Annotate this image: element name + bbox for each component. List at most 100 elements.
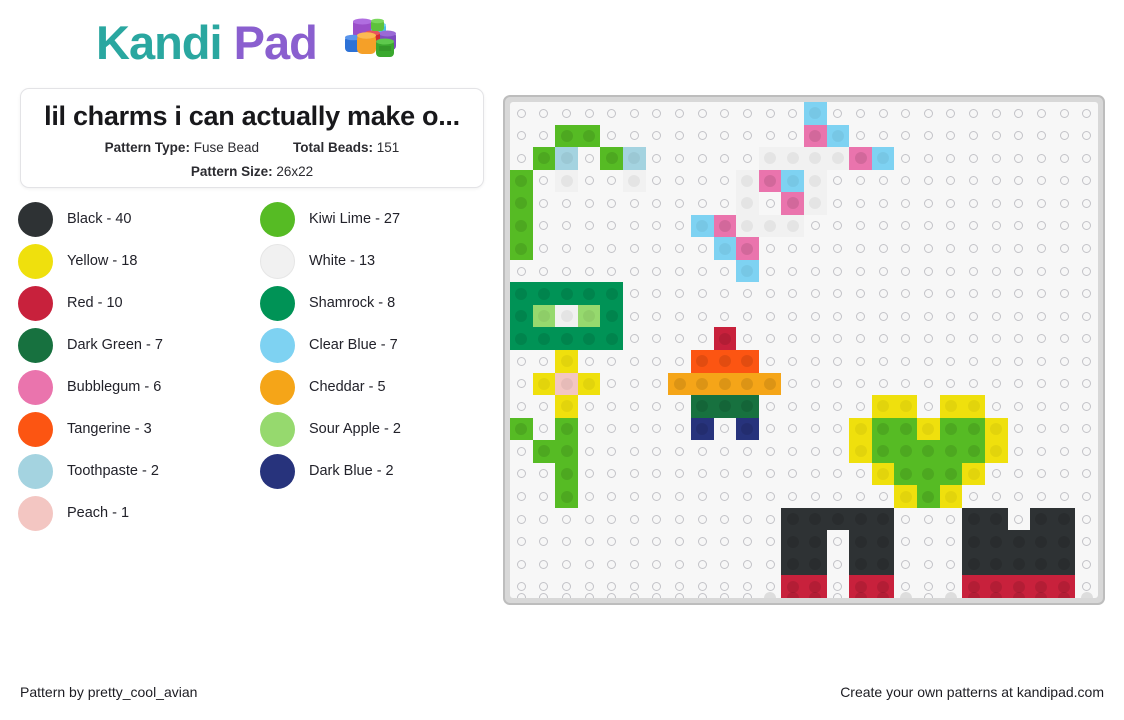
bead-cell[interactable] bbox=[1075, 260, 1098, 283]
bead-cell[interactable] bbox=[962, 507, 985, 531]
bead-cell[interactable] bbox=[1075, 102, 1098, 125]
bead-cell[interactable] bbox=[917, 485, 940, 508]
bead-cell[interactable] bbox=[1075, 237, 1098, 260]
bead-cell[interactable] bbox=[510, 102, 533, 125]
bead-cell[interactable] bbox=[510, 395, 533, 418]
bead-cell[interactable] bbox=[668, 508, 691, 531]
bead-cell[interactable] bbox=[985, 305, 1008, 328]
bead-cell[interactable] bbox=[985, 125, 1008, 148]
bead-cell[interactable] bbox=[555, 417, 578, 441]
bead-cell[interactable] bbox=[1030, 507, 1053, 531]
bead-cell[interactable] bbox=[940, 170, 963, 193]
bead-cell[interactable] bbox=[1008, 485, 1031, 508]
bead-cell[interactable] bbox=[804, 463, 827, 486]
legend-item[interactable]: Peach - 1 bbox=[18, 492, 246, 534]
bead-cell[interactable] bbox=[510, 440, 533, 463]
bead-cell[interactable] bbox=[713, 395, 737, 418]
legend-item[interactable]: Kiwi Lime - 27 bbox=[260, 198, 488, 240]
bead-cell[interactable] bbox=[962, 462, 985, 486]
bead-cell[interactable] bbox=[690, 349, 714, 373]
bead-cell[interactable] bbox=[623, 102, 646, 125]
bead-cell[interactable] bbox=[623, 237, 646, 260]
bead-cell[interactable] bbox=[714, 192, 737, 215]
bead-cell[interactable] bbox=[736, 192, 759, 215]
bead-cell[interactable] bbox=[1053, 125, 1076, 148]
bead-cell[interactable] bbox=[894, 508, 917, 531]
bead-cell[interactable] bbox=[917, 327, 940, 350]
bead-cell[interactable] bbox=[985, 327, 1008, 350]
bead-cell[interactable] bbox=[781, 485, 804, 508]
bead-cell[interactable] bbox=[1030, 552, 1053, 576]
bead-cell[interactable] bbox=[804, 124, 827, 148]
bead-cell[interactable] bbox=[691, 327, 714, 350]
bead-cell[interactable] bbox=[713, 327, 737, 350]
bead-cell[interactable] bbox=[600, 215, 623, 238]
legend-item[interactable]: Dark Green - 7 bbox=[18, 324, 246, 366]
bead-cell[interactable] bbox=[600, 327, 624, 350]
bead-cell[interactable] bbox=[646, 463, 669, 486]
bead-cell[interactable] bbox=[690, 214, 714, 238]
bead-cell[interactable] bbox=[804, 440, 827, 463]
bead-cell[interactable] bbox=[804, 282, 827, 305]
legend-item[interactable]: Shamrock - 8 bbox=[260, 282, 488, 324]
bead-cell[interactable] bbox=[646, 373, 669, 396]
bead-cell[interactable] bbox=[962, 282, 985, 305]
bead-cell[interactable] bbox=[917, 192, 940, 215]
bead-cell[interactable] bbox=[781, 440, 804, 463]
bead-cell[interactable] bbox=[962, 260, 985, 283]
bead-cell[interactable] bbox=[600, 350, 623, 373]
bead-cell[interactable] bbox=[1053, 350, 1076, 373]
bead-cell[interactable] bbox=[736, 463, 759, 486]
bead-cell[interactable] bbox=[713, 214, 737, 238]
bead-cell[interactable] bbox=[849, 282, 872, 305]
bead-cell[interactable] bbox=[804, 485, 827, 508]
bead-cell[interactable] bbox=[1053, 440, 1076, 463]
bead-cell[interactable] bbox=[827, 485, 850, 508]
bead-cell[interactable] bbox=[985, 350, 1008, 373]
bead-cell[interactable] bbox=[1008, 350, 1031, 373]
bead-cell[interactable] bbox=[578, 170, 601, 193]
bead-cell[interactable] bbox=[691, 485, 714, 508]
bead-cell[interactable] bbox=[781, 147, 804, 170]
bead-cell[interactable] bbox=[827, 327, 850, 350]
bead-cell[interactable] bbox=[690, 395, 714, 418]
bead-cell[interactable] bbox=[533, 170, 556, 193]
bead-cell[interactable] bbox=[510, 304, 533, 328]
bead-cell[interactable] bbox=[1008, 463, 1031, 486]
bead-cell[interactable] bbox=[691, 282, 714, 305]
bead-cell[interactable] bbox=[668, 102, 691, 125]
bead-cell[interactable] bbox=[1075, 170, 1098, 193]
bead-cell[interactable] bbox=[646, 440, 669, 463]
bead-cell[interactable] bbox=[1075, 418, 1098, 441]
bead-cell[interactable] bbox=[827, 553, 850, 576]
bead-cell[interactable] bbox=[533, 215, 556, 238]
bead-cell[interactable] bbox=[510, 192, 533, 215]
bead-cell[interactable] bbox=[1053, 237, 1076, 260]
bead-cell[interactable] bbox=[1008, 373, 1031, 396]
bead-cell[interactable] bbox=[984, 440, 1008, 463]
bead-cell[interactable] bbox=[894, 373, 917, 396]
bead-cell[interactable] bbox=[555, 102, 578, 125]
bead-cell[interactable] bbox=[555, 553, 578, 576]
bead-cell[interactable] bbox=[646, 553, 669, 576]
bead-cell[interactable] bbox=[1030, 395, 1053, 418]
bead-cell[interactable] bbox=[872, 485, 895, 508]
bead-cell[interactable] bbox=[646, 192, 669, 215]
bead-cell[interactable] bbox=[600, 530, 623, 553]
bead-cell[interactable] bbox=[1052, 507, 1076, 531]
legend-item[interactable]: Black - 40 bbox=[18, 198, 246, 240]
bead-cell[interactable] bbox=[1008, 147, 1031, 170]
bead-cell[interactable] bbox=[736, 147, 759, 170]
bead-cell[interactable] bbox=[781, 530, 804, 553]
bead-cell[interactable] bbox=[759, 395, 782, 418]
legend-item[interactable]: Toothpaste - 2 bbox=[18, 450, 246, 492]
bead-cell[interactable] bbox=[849, 305, 872, 328]
bead-cell[interactable] bbox=[555, 260, 578, 283]
bead-cell[interactable] bbox=[533, 395, 556, 418]
bead-cell[interactable] bbox=[781, 125, 804, 148]
bead-cell[interactable] bbox=[713, 349, 737, 373]
bead-cell[interactable] bbox=[849, 102, 872, 125]
bead-cell[interactable] bbox=[781, 463, 804, 486]
bead-cell[interactable] bbox=[1075, 373, 1098, 396]
bead-cell[interactable] bbox=[985, 260, 1008, 283]
